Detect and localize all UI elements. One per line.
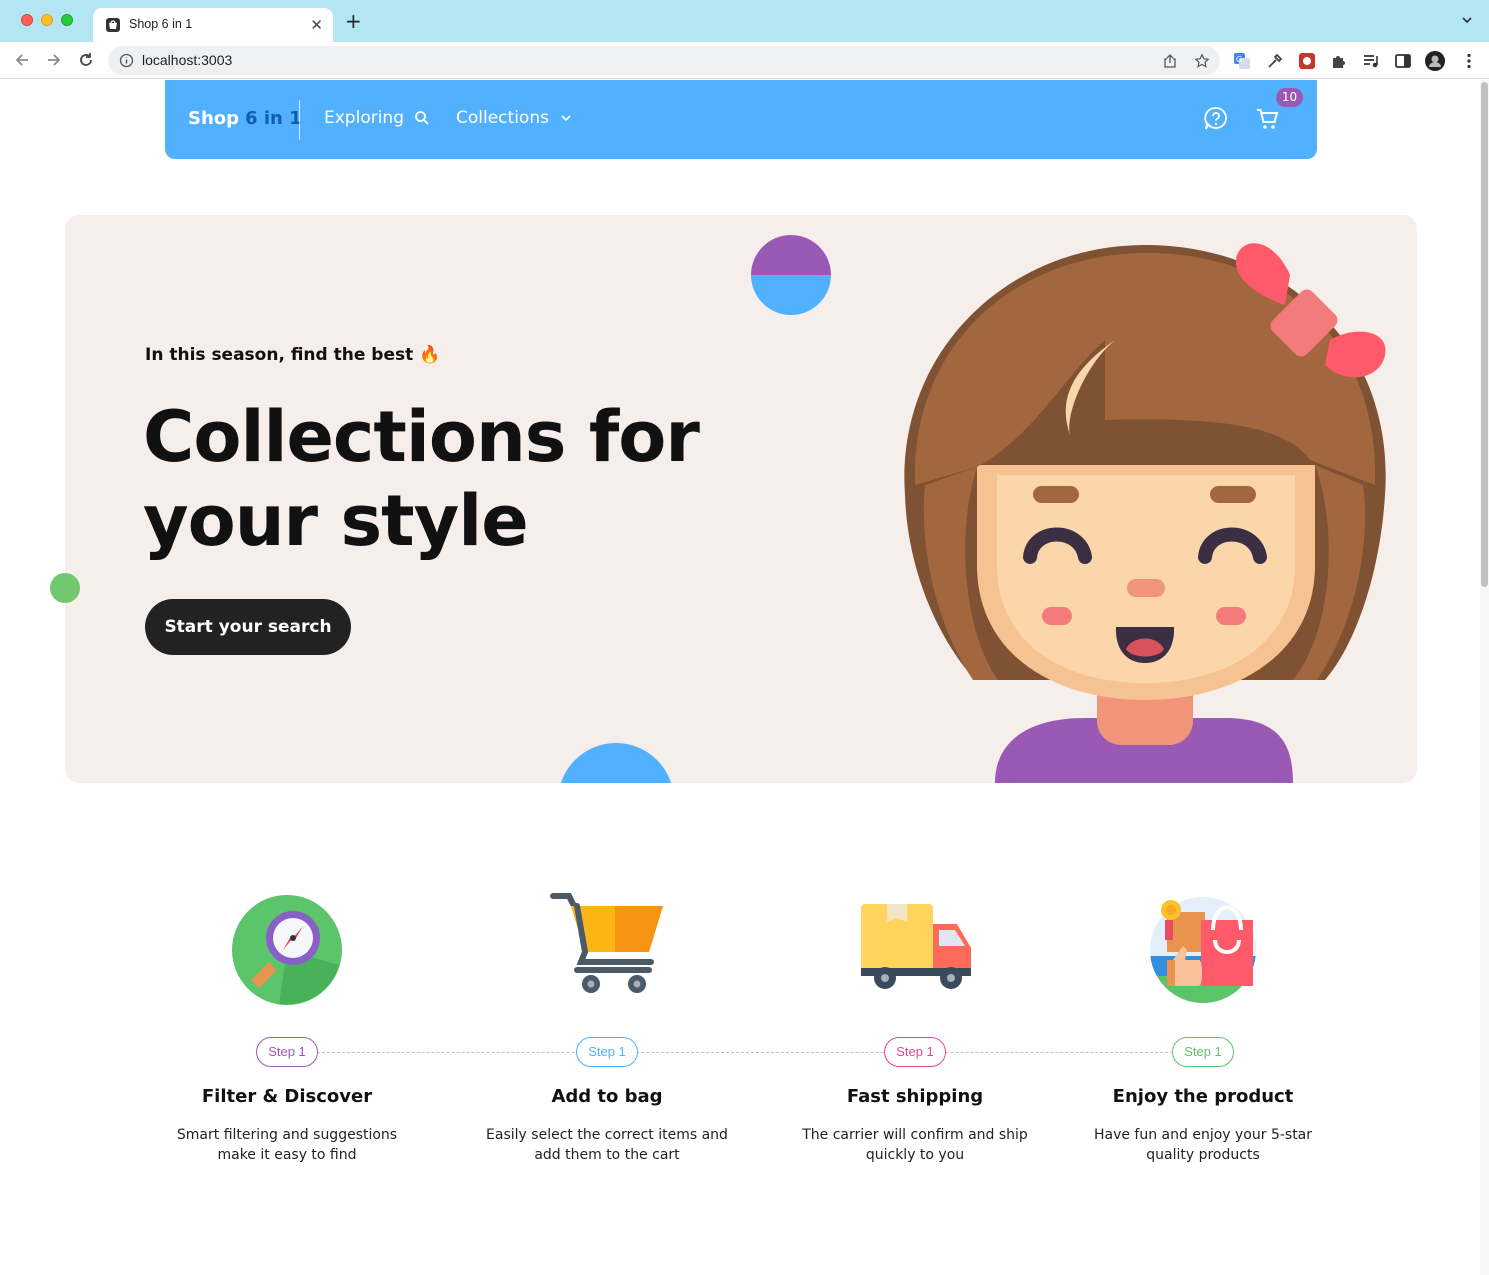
more-icon[interactable] (1460, 52, 1478, 70)
nav-divider (299, 100, 300, 140)
step-description: Have fun and enjoy your 5-star quality p… (1093, 1127, 1313, 1163)
step-title: Add to bag (551, 1086, 663, 1107)
eyedropper-icon[interactable] (1266, 52, 1284, 70)
browser-tab-strip: Shop 6 in 1 ✕ + (0, 0, 1489, 42)
tab-close-icon[interactable]: ✕ (310, 16, 323, 34)
puzzle-icon[interactable] (1330, 52, 1348, 70)
new-tab-icon[interactable]: + (345, 11, 362, 31)
tab-search-chevron-icon[interactable] (1461, 14, 1473, 26)
forward-icon[interactable] (45, 51, 63, 69)
decorative-circle (751, 235, 831, 315)
step-title: Enjoy the product (1112, 1086, 1294, 1107)
help-icon[interactable] (1203, 106, 1229, 132)
extension-icon[interactable] (1298, 52, 1316, 70)
search-icon (415, 111, 429, 125)
cart-count-badge: 10 (1276, 88, 1303, 107)
site-logo[interactable]: Shop 6 in 1 (188, 108, 302, 129)
profile-avatar[interactable] (1425, 51, 1445, 71)
scrollbar-thumb[interactable] (1481, 82, 1488, 587)
page-viewport: Shop 6 in 1 Exploring Collections 10 In … (0, 80, 1480, 1275)
site-navbar: Shop 6 in 1 Exploring Collections 10 (165, 80, 1317, 159)
media-icon[interactable] (1362, 52, 1380, 70)
star-icon[interactable] (1194, 53, 1210, 69)
shopping-cart-icon (550, 893, 663, 993)
browser-tab-active[interactable]: Shop 6 in 1 ✕ (93, 8, 333, 42)
step-title: Fast shipping (846, 1086, 984, 1107)
start-search-button[interactable]: Start your search (145, 599, 351, 655)
nav-collections-dropdown[interactable]: Collections (456, 108, 573, 128)
decorative-dot (50, 573, 80, 603)
step-pill: Step 1 (1172, 1037, 1234, 1067)
translate-icon[interactable]: G (1233, 52, 1251, 70)
step-pill: Step 1 (576, 1037, 638, 1067)
logo-accent-text: 6 in 1 (245, 108, 302, 129)
shopping-bag-thumbs-up-icon (1150, 897, 1256, 1003)
step-pill: Step 1 (884, 1037, 946, 1067)
step-description: Easily select the correct items and add … (486, 1127, 728, 1163)
girl-illustration (904, 243, 1386, 783)
chevron-down-icon (561, 115, 571, 122)
svg-text:G: G (1236, 55, 1242, 64)
minimize-window-button[interactable] (41, 14, 53, 26)
hero-title: Collections for your style (143, 396, 700, 562)
hero-banner: In this season, find the best 🔥 Collecti… (65, 215, 1417, 783)
browser-toolbar: localhost:3003 G (0, 42, 1489, 79)
logo-main-text: Shop (188, 108, 240, 129)
close-window-button[interactable] (21, 14, 33, 26)
info-icon[interactable] (119, 53, 134, 68)
steps-connector-line (287, 1052, 1203, 1053)
nav-collections-label: Collections (456, 108, 549, 128)
search-compass-icon (232, 895, 342, 1005)
decorative-circle (558, 743, 674, 783)
step-description: Smart filtering and suggestions make it … (176, 1127, 398, 1163)
address-bar[interactable]: localhost:3003 (108, 46, 1220, 75)
nav-exploring-label: Exploring (324, 108, 404, 128)
url-text[interactable]: localhost:3003 (142, 52, 232, 68)
sidepanel-icon[interactable] (1394, 52, 1412, 70)
share-icon[interactable] (1162, 53, 1178, 69)
step-title: Filter & Discover (201, 1086, 373, 1107)
step-description: The carrier will confirm and ship quickl… (802, 1127, 1028, 1163)
page-scrollbar[interactable] (1480, 80, 1489, 1275)
cart-icon[interactable] (1255, 106, 1281, 132)
reload-icon[interactable] (77, 51, 95, 69)
shop-favicon-icon (106, 18, 120, 32)
tab-title: Shop 6 in 1 (129, 17, 193, 31)
maximize-window-button[interactable] (61, 14, 73, 26)
nav-exploring-link[interactable]: Exploring (324, 108, 430, 128)
back-icon[interactable] (13, 51, 31, 69)
hero-eyebrow: In this season, find the best 🔥 (145, 345, 441, 365)
delivery-truck-icon (861, 904, 971, 989)
step-pill: Step 1 (256, 1037, 318, 1067)
